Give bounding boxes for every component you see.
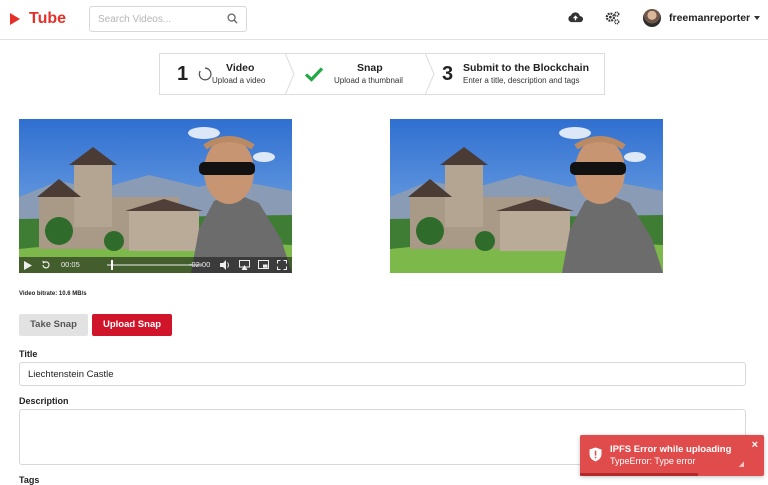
drag-handle-icon[interactable]: ◢ — [739, 460, 744, 468]
picture-in-picture-icon[interactable] — [258, 260, 269, 270]
logo-text: Tube — [29, 10, 67, 27]
avatar[interactable] — [643, 9, 661, 27]
step-snap: Snap Upload a thumbnail — [286, 54, 426, 94]
step-subtitle: Enter a title, description and tags — [463, 76, 580, 85]
close-icon[interactable]: × — [752, 439, 758, 451]
chevron-down-icon[interactable] — [754, 16, 760, 20]
title-field-wrapper — [19, 362, 746, 386]
tags-label: Tags — [19, 475, 40, 485]
username[interactable]: freemanreporter — [669, 12, 750, 24]
toast-message: TypeError: Type error — [610, 456, 696, 466]
description-label: Description — [19, 396, 69, 406]
search-box — [89, 6, 247, 32]
thumbnail-image — [390, 119, 663, 273]
step-subtitle: Upload a video — [212, 76, 266, 85]
step-title: Snap — [357, 62, 383, 74]
replay-icon[interactable] — [41, 260, 51, 270]
step-video: 1 Video Upload a video — [160, 54, 286, 94]
toast-title: IPFS Error while uploading — [610, 444, 732, 455]
fullscreen-icon[interactable] — [277, 260, 287, 270]
take-snap-button[interactable]: Take Snap — [19, 314, 88, 336]
step-subtitle: Upload a thumbnail — [334, 76, 403, 85]
progress-track[interactable] — [107, 264, 202, 266]
settings-icon[interactable] — [604, 10, 621, 26]
toast-timer-bar — [580, 473, 698, 476]
upload-steps: 1 Video Upload a video Snap Upload a thu… — [159, 53, 605, 95]
current-time: 00:05 — [61, 260, 80, 269]
step-number: 3 — [442, 63, 454, 85]
loading-spinner-icon — [198, 67, 212, 81]
step-title: Video — [226, 62, 255, 74]
snapshot-preview — [390, 119, 663, 273]
play-icon[interactable] — [24, 261, 32, 270]
remaining-time: -02:00 — [189, 260, 211, 269]
logo[interactable]: Tube — [10, 10, 66, 28]
player-controls: 00:05 -02:00 — [19, 257, 292, 273]
title-label: Title — [19, 349, 38, 359]
step-title: Submit to the Blockchain — [463, 62, 590, 74]
upload-cloud-icon[interactable] — [567, 10, 584, 24]
error-toast[interactable]: IPFS Error while uploading TypeError: Ty… — [580, 435, 764, 476]
top-bar: Tube freemanreporter — [0, 0, 768, 40]
airplay-icon[interactable] — [239, 260, 250, 270]
checkmark-icon — [304, 67, 324, 82]
step-number: 1 — [177, 63, 189, 85]
title-input[interactable] — [20, 363, 745, 385]
step-submit: 3 Submit to the Blockchain Enter a title… — [426, 54, 604, 94]
play-logo-icon — [10, 13, 20, 25]
search-icon[interactable] — [227, 13, 238, 24]
shield-alert-icon — [589, 447, 602, 462]
video-frame — [19, 119, 292, 273]
video-player[interactable]: 00:05 -02:00 — [19, 119, 292, 273]
upload-snap-button[interactable]: Upload Snap — [92, 314, 172, 336]
progress-handle[interactable] — [110, 260, 113, 270]
bitrate-text: Video bitrate: 10.6 MB/s — [19, 291, 87, 297]
volume-icon[interactable] — [220, 260, 231, 270]
search-input[interactable] — [98, 7, 222, 31]
